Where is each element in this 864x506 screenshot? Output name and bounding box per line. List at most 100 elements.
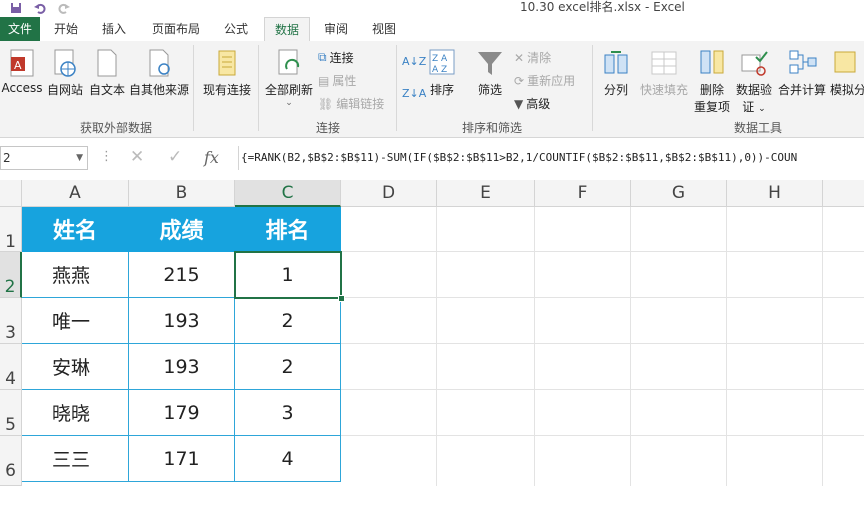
cell-b5[interactable]: 179 (129, 390, 235, 436)
column-header-a[interactable]: A (22, 180, 129, 207)
sort-a-z-icon[interactable]: A↓Z (402, 55, 426, 68)
formula-actions: ⋮ ✕ ✓ fx (92, 146, 232, 170)
text-to-columns-button[interactable]: 分列 (598, 47, 634, 98)
tab-formulas[interactable]: 公式 (218, 17, 254, 41)
row-header-4[interactable]: 4 (0, 344, 22, 390)
filter-button[interactable]: 筛选 (472, 47, 508, 98)
data-validation-button[interactable]: 数据验 证 ⌄ (734, 47, 774, 115)
cell-c4[interactable]: 2 (235, 344, 341, 390)
undo-icon[interactable] (34, 2, 46, 14)
tab-page-layout[interactable]: 页面布局 (146, 17, 206, 41)
cell-b1[interactable]: 成绩 (129, 207, 235, 252)
from-web-button[interactable]: 自网站 (44, 47, 86, 98)
group-connections: 连接 (316, 121, 341, 135)
cell-c6[interactable]: 4 (235, 436, 341, 482)
refresh-all-button[interactable]: 全部刷新 ⌄ (262, 47, 316, 108)
tab-file[interactable]: 文件 (0, 17, 40, 41)
cell-c2[interactable]: 1 (235, 252, 341, 298)
column-header-b[interactable]: B (129, 180, 235, 207)
fill-handle[interactable] (338, 295, 345, 302)
select-all-corner[interactable] (0, 180, 22, 207)
insert-function-icon[interactable]: fx (204, 148, 219, 167)
advanced-button[interactable]: ▼ 高级 (514, 95, 550, 112)
column-header-d[interactable]: D (341, 180, 437, 207)
column-header-e[interactable]: E (437, 180, 535, 207)
cell-a3[interactable]: 唯一 (22, 298, 129, 344)
row-header-5[interactable]: 5 (0, 390, 22, 436)
chevron-down-icon: ⌄ (285, 98, 293, 108)
connections-button[interactable]: ⧉ 连接 (318, 49, 354, 66)
cell-a4[interactable]: 安琳 (22, 344, 129, 390)
access-icon: A (10, 49, 34, 77)
tab-insert[interactable]: 插入 (96, 17, 132, 41)
cell-a2[interactable]: 燕燕 (22, 252, 129, 298)
from-other-sources-button[interactable]: 自其他来源 (128, 47, 190, 98)
what-if-analysis-button[interactable]: 模拟分 (830, 47, 864, 98)
cell-c5[interactable]: 3 (235, 390, 341, 436)
redo-icon[interactable] (58, 2, 70, 14)
column-header-g[interactable]: G (631, 180, 727, 207)
name-box[interactable]: 2 ▼ (0, 146, 88, 170)
tab-view[interactable]: 视图 (366, 17, 402, 41)
column-header-f[interactable]: F (535, 180, 631, 207)
row-header-2[interactable]: 2 (0, 252, 22, 298)
clear-filter-icon: ✕ (514, 50, 525, 65)
cell-c3[interactable]: 2 (235, 298, 341, 344)
consolidate-icon (789, 50, 817, 74)
reapply-button[interactable]: ⟳ 重新应用 (514, 72, 575, 89)
other-sources-icon (149, 49, 170, 77)
more-options-icon[interactable]: ⋮ (100, 149, 113, 164)
tab-review[interactable]: 审阅 (318, 17, 354, 41)
row-header-6[interactable]: 6 (0, 436, 22, 486)
tab-data[interactable]: 数据 (264, 17, 310, 41)
row-header-1[interactable]: 1 (0, 207, 22, 252)
text-file-icon (97, 49, 117, 77)
row-header-3[interactable]: 3 (0, 298, 22, 344)
column-header-h[interactable]: H (727, 180, 823, 207)
formula-input[interactable]: {=RANK(B2,$B$2:$B$11)-SUM(IF($B$2:$B$11>… (238, 146, 864, 170)
cancel-icon[interactable]: ✕ (130, 147, 144, 167)
cell-b3[interactable]: 193 (129, 298, 235, 344)
edit-links-button[interactable]: ⛓ 编辑链接 (318, 95, 384, 112)
cell-b2[interactable]: 215 (129, 252, 235, 298)
consolidate-button[interactable]: 合并计算 (776, 47, 828, 98)
existing-connections-button[interactable]: 现有连接 (198, 47, 256, 98)
existing-connections-icon (218, 50, 236, 76)
column-header-c[interactable]: C (235, 180, 341, 207)
cell-a6[interactable]: 三三 (22, 436, 129, 482)
worksheet-grid: A B C D E F G H 1 2 3 4 5 6 姓名 成绩 排名 燕燕 … (0, 180, 864, 486)
cell-c1[interactable]: 排名 (235, 207, 341, 252)
ribbon-tabs: 文件 开始 插入 页面布局 公式 数据 审阅 视图 (0, 17, 864, 41)
svg-text:A Z: A Z (432, 65, 447, 75)
quick-access-toolbar (10, 0, 70, 15)
cell-a5[interactable]: 晓晓 (22, 390, 129, 436)
cell-b6[interactable]: 171 (129, 436, 235, 482)
advanced-filter-icon: ▼ (514, 96, 524, 111)
sort-icon: Z A A Z (429, 49, 455, 75)
flash-fill-button[interactable]: 快速填充 (638, 47, 690, 98)
ribbon: A Access 自网站 自文本 自其他来源 现有连接 获取外部数据 全部刷新 … (0, 41, 864, 138)
sort-z-a-icon[interactable]: Z↓A (402, 87, 426, 100)
filter-icon (478, 52, 502, 75)
cell-b4[interactable]: 193 (129, 344, 235, 390)
from-text-button[interactable]: 自文本 (86, 47, 128, 98)
chevron-down-icon: ⌄ (758, 104, 766, 114)
enter-icon[interactable]: ✓ (168, 147, 182, 167)
access-button[interactable]: A Access (0, 47, 44, 95)
data-validation-icon (741, 51, 768, 76)
cell-a1[interactable]: 姓名 (22, 207, 129, 252)
group-get-external-data: 获取外部数据 (80, 121, 153, 135)
connections-icon: ⧉ (318, 50, 327, 64)
web-icon (54, 49, 76, 77)
sort-button[interactable]: Z A A Z 排序 (424, 47, 460, 98)
properties-button[interactable]: ▤ 属性 (318, 72, 356, 89)
remove-duplicates-button[interactable]: 删除 重复项 (692, 47, 732, 115)
chevron-down-icon[interactable]: ▼ (76, 147, 83, 169)
tab-home[interactable]: 开始 (48, 17, 84, 41)
column-header-i[interactable] (823, 180, 864, 207)
clear-button[interactable]: ✕ 清除 (514, 49, 551, 66)
properties-icon: ▤ (318, 73, 330, 88)
save-icon[interactable] (10, 2, 22, 14)
flash-fill-icon (651, 51, 677, 75)
edit-links-icon: ⛓ (318, 96, 334, 111)
